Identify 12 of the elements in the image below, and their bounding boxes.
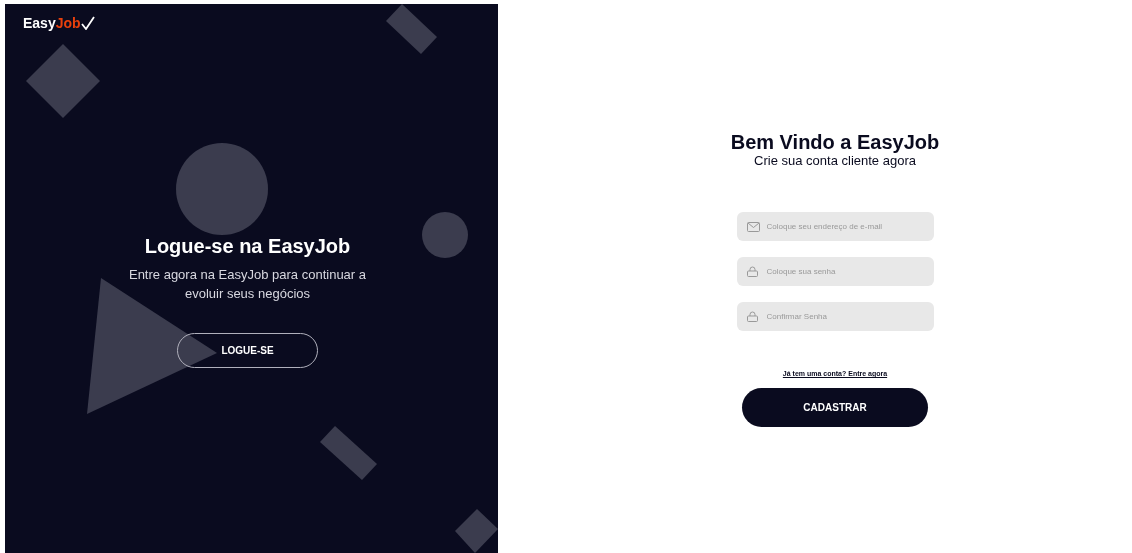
lock-icon: [746, 311, 758, 322]
register-button[interactable]: CADASTRAR: [742, 387, 928, 427]
form-subtitle: Crie sua conta cliente agora: [754, 153, 916, 168]
password-field[interactable]: Confirmar Senha: [736, 302, 934, 331]
mail-icon: [746, 221, 760, 232]
promo-text: Entre agora na EasyJob para continuar a evoluir seus negócios: [127, 266, 367, 303]
email-field[interactable]: Coloque seu endereço de e-mail: [736, 212, 934, 241]
logo: EasyJob: [23, 16, 95, 30]
password-field[interactable]: Coloque sua senha: [736, 257, 934, 286]
form-title: Bem Vindo a EasyJob: [730, 131, 940, 153]
promo-title: Logue-se na EasyJob: [144, 234, 351, 259]
lock-icon: [746, 266, 758, 277]
